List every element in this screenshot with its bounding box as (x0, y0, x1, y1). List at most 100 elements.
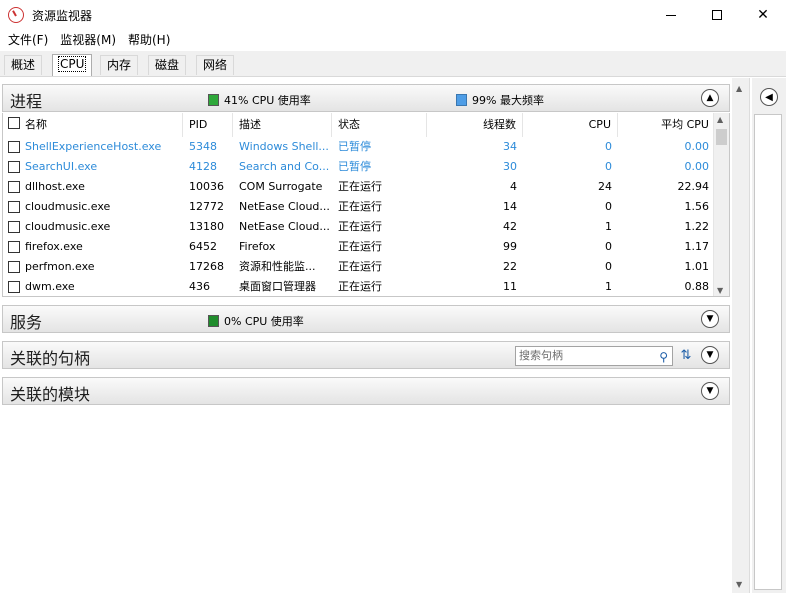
row-checkbox[interactable] (8, 201, 20, 213)
max-frequency-swatch (456, 94, 467, 106)
modules-header[interactable]: 关联的模块 ▼ (2, 377, 730, 405)
row-checkbox[interactable] (8, 281, 20, 293)
col-avg-cpu[interactable]: 平均 CPU (618, 113, 715, 137)
process-threads: 4 (510, 180, 517, 193)
processes-header[interactable]: 进程 41% CPU 使用率 99% 最大频率 ▲ (2, 84, 730, 112)
col-description[interactable]: 描述 (233, 113, 332, 137)
process-pid: 10036 (189, 180, 224, 193)
col-name[interactable]: 名称 (25, 113, 183, 137)
process-status: 正在运行 (338, 200, 382, 213)
table-row[interactable]: SearchUI.exe 4128 Search and Co... 已暂停 30 0 0.… (3, 157, 715, 177)
process-threads: 42 (503, 220, 517, 233)
process-pid: 436 (189, 280, 210, 293)
table-row[interactable]: perfmon.exe 17268 资源和性能监... 正在运行 22 0 1.01 (3, 257, 715, 277)
max-frequency-indicator: 99% 最大频率 (456, 92, 544, 108)
process-description: Firefox (239, 240, 276, 253)
tab-overview[interactable]: 概述 (4, 55, 43, 75)
row-checkbox[interactable] (8, 181, 20, 193)
process-name: dwm.exe (25, 280, 75, 293)
tab-label: 概述 (11, 58, 36, 72)
process-threads: 34 (503, 140, 517, 153)
col-threads[interactable]: 线程数 (427, 113, 523, 137)
tab-label: 网络 (203, 58, 228, 72)
expand-graphs-button[interactable]: ◀ (760, 88, 778, 106)
process-status: 正在运行 (338, 180, 382, 193)
close-button[interactable]: ✕ (740, 0, 786, 30)
modules-expand-button[interactable]: ▼ (701, 382, 719, 400)
process-pid: 12772 (189, 200, 224, 213)
scroll-down-icon[interactable]: ▼ (717, 286, 723, 295)
search-handles-input[interactable]: 搜索句柄 ⚲ (515, 346, 673, 366)
row-checkbox[interactable] (8, 141, 20, 153)
process-table-scrollbar[interactable]: ▲ ▼ (713, 113, 729, 296)
row-checkbox[interactable] (8, 241, 20, 253)
scroll-thumb[interactable] (716, 129, 727, 145)
tab-disk[interactable]: 磁盘 (148, 55, 187, 75)
handles-expand-button[interactable]: ▼ (701, 346, 719, 364)
refresh-icon[interactable]: ⇅ (677, 347, 695, 365)
process-description: NetEase Cloud... (239, 220, 329, 233)
handles-header[interactable]: 关联的句柄 搜索句柄 ⚲ ⇅ ▼ (2, 341, 730, 369)
maximize-icon (712, 10, 722, 20)
services-cpu-text: 0% CPU 使用率 (224, 315, 304, 328)
process-status: 正在运行 (338, 220, 382, 233)
row-checkbox[interactable] (8, 161, 20, 173)
table-row[interactable]: firefox.exe 6452 Firefox 正在运行 99 0 1.17 (3, 237, 715, 257)
services-expand-button[interactable]: ▼ (701, 310, 719, 328)
process-description: 资源和性能监... (239, 260, 316, 273)
chevron-down-icon: ▼ (706, 385, 714, 396)
process-pid: 13180 (189, 220, 224, 233)
process-cpu: 0 (605, 240, 612, 253)
menu-file[interactable]: 文件(F) (2, 30, 54, 50)
tab-label: 内存 (107, 58, 132, 72)
row-checkbox[interactable] (8, 261, 20, 273)
select-all-checkbox[interactable] (8, 117, 20, 129)
process-avg-cpu: 1.56 (684, 200, 710, 213)
minimize-button[interactable] (648, 0, 694, 30)
process-name: cloudmusic.exe (25, 200, 111, 213)
process-table-header: 名称 PID 描述 状态 ⌃ 线程数 CPU 平均 CPU (3, 113, 715, 137)
process-status: 正在运行 (338, 240, 382, 253)
services-cpu-swatch (208, 315, 219, 327)
col-cpu[interactable]: CPU (523, 113, 618, 137)
tab-memory[interactable]: 内存 (100, 55, 139, 75)
tab-cpu[interactable]: CPU (52, 54, 93, 76)
chevron-up-icon: ▲ (706, 92, 714, 103)
main-scrollbar[interactable]: ▲ ▼ (732, 78, 749, 593)
process-cpu: 1 (605, 280, 612, 293)
tab-strip: 概述 CPU 内存 磁盘 网络 (0, 51, 786, 77)
menu-monitor[interactable]: 监视器(M) (54, 30, 122, 50)
window-title: 资源监视器 (32, 9, 93, 23)
process-table: 名称 PID 描述 状态 ⌃ 线程数 CPU 平均 CPU ShellExper… (2, 113, 730, 297)
chevron-left-icon: ◀ (765, 91, 773, 103)
table-row[interactable]: dwm.exe 436 桌面窗口管理器 正在运行 11 1 0.88 (3, 277, 715, 296)
process-name: dllhost.exe (25, 180, 85, 193)
tab-network[interactable]: 网络 (196, 55, 235, 75)
process-pid: 4128 (189, 160, 217, 173)
process-status: 正在运行 (338, 280, 382, 293)
scroll-up-icon[interactable]: ▲ (717, 115, 723, 124)
table-row[interactable]: ShellExperienceHost.exe 5348 Windows Shell… (3, 137, 715, 157)
services-header[interactable]: 服务 0% CPU 使用率 ▼ (2, 305, 730, 333)
tab-label: CPU (57, 56, 87, 72)
maximize-button[interactable] (694, 0, 740, 30)
search-icon[interactable]: ⚲ (659, 348, 668, 366)
max-frequency-text: 99% 最大频率 (472, 94, 544, 107)
cpu-usage-swatch (208, 94, 219, 106)
col-pid[interactable]: PID (183, 113, 233, 137)
process-status: 已暂停 (338, 140, 371, 153)
processes-collapse-button[interactable]: ▲ (701, 89, 719, 107)
scroll-down-icon[interactable]: ▼ (736, 580, 742, 589)
process-description: Search and Co... (239, 160, 329, 173)
menu-help[interactable]: 帮助(H) (122, 30, 176, 50)
table-row[interactable]: cloudmusic.exe 12772 NetEase Cloud... 正在运行 1… (3, 197, 715, 217)
process-cpu: 0 (605, 200, 612, 213)
process-threads: 14 (503, 200, 517, 213)
row-checkbox[interactable] (8, 221, 20, 233)
table-row[interactable]: cloudmusic.exe 13180 NetEase Cloud... 正在运行 4… (3, 217, 715, 237)
scroll-up-icon[interactable]: ▲ (736, 84, 742, 93)
modules-title: 关联的模块 (10, 385, 91, 404)
sort-ascending-icon: ⌃ (375, 113, 384, 120)
cpu-usage-indicator: 41% CPU 使用率 (208, 92, 311, 108)
table-row[interactable]: dllhost.exe 10036 COM Surrogate 正在运行 4 24 22.9… (3, 177, 715, 197)
